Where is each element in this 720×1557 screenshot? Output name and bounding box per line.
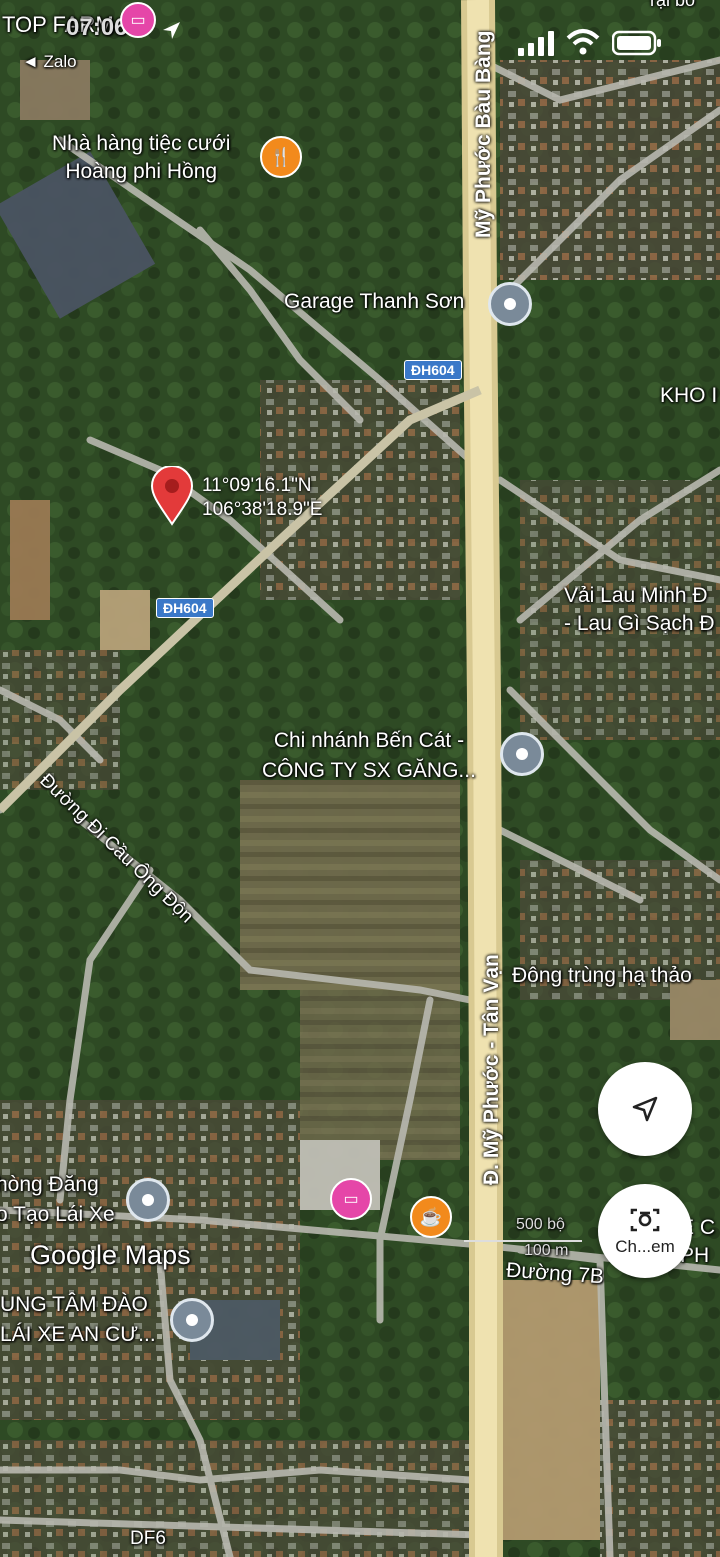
location-arrow-icon — [163, 22, 180, 39]
back-to-zalo[interactable]: ◄ Zalo — [22, 52, 77, 72]
status-bar: TOP FARM 07:06 ▭ ◄ Zalo — [0, 0, 720, 80]
camera-search-button[interactable]: Ch...em — [598, 1184, 692, 1278]
camera-search-icon — [630, 1208, 660, 1232]
scale-metric: 100 m — [524, 1242, 569, 1259]
google-maps-logo: Google Maps — [30, 1240, 191, 1270]
signal-icon — [518, 31, 554, 56]
partial-label-top-right: rại bò — [650, 0, 696, 10]
road-label-my-phuoc-tan-van: Đ. Mỹ Phước - Tân Vạn — [480, 954, 503, 1185]
road-label-my-phuoc-bau-bang: Mỹ Phước Bàu Bàng — [472, 30, 495, 239]
place-label-chi-nhanh[interactable]: Chi nhánh Bến Cát - CÔNG TY SX GĂNG... — [262, 726, 476, 786]
place-label-restaurant[interactable]: Nhà hàng tiệc cưới Hoàng phi Hồng — [52, 130, 230, 186]
hotel-icon[interactable]: ▭ — [330, 1178, 372, 1220]
place-marker-icon[interactable] — [488, 282, 532, 326]
place-marker-icon[interactable] — [126, 1178, 170, 1222]
route-shield-dh604: ĐH604 — [404, 360, 462, 380]
battery-icon — [612, 30, 661, 56]
wifi-icon — [566, 29, 600, 55]
place-marker-icon[interactable] — [170, 1298, 214, 1342]
place-marker-icon[interactable] — [500, 732, 544, 776]
place-label-vai-lau[interactable]: Vải Lau Minh Đ - Lau Gì Sạch Đ — [564, 582, 715, 638]
dropped-pin-icon[interactable] — [150, 466, 194, 526]
clock: 07:06 — [66, 14, 128, 41]
restaurant-icon[interactable]: 🍴 — [260, 136, 302, 178]
place-label-dong-trung[interactable]: Đông trùng hạ thảo — [512, 964, 692, 988]
road-label-df6: DF6 — [130, 1528, 166, 1549]
pin-longitude: 106°38'18.9"E — [202, 499, 323, 520]
place-label-kho[interactable]: KHO I — [660, 384, 717, 408]
place-label-trung-tam[interactable]: UNG TÂM ĐÀO LÁI XE AN CƯ... — [0, 1290, 156, 1350]
place-label-garage[interactable]: Garage Thanh Sơn — [284, 290, 464, 314]
my-location-button[interactable] — [598, 1062, 692, 1156]
camera-search-label: Ch...em — [615, 1237, 675, 1256]
pin-coordinates: 11°09'16.1"N 106°38'18.9"E — [202, 474, 322, 522]
cafe-icon[interactable]: ☕ — [410, 1196, 452, 1238]
scale-bar: 500 bộ 100 m — [464, 1214, 584, 1264]
pin-latitude: 11°09'16.1"N — [202, 475, 312, 496]
navigation-arrow-icon — [632, 1096, 658, 1122]
hotel-icon[interactable]: ▭ — [120, 2, 156, 38]
scale-imperial: 500 bộ — [516, 1216, 565, 1233]
route-shield-dh604: ĐH604 — [156, 598, 214, 618]
place-label-phong-dang[interactable]: hòng Đăng o Tạo Lái Xe — [0, 1170, 115, 1230]
